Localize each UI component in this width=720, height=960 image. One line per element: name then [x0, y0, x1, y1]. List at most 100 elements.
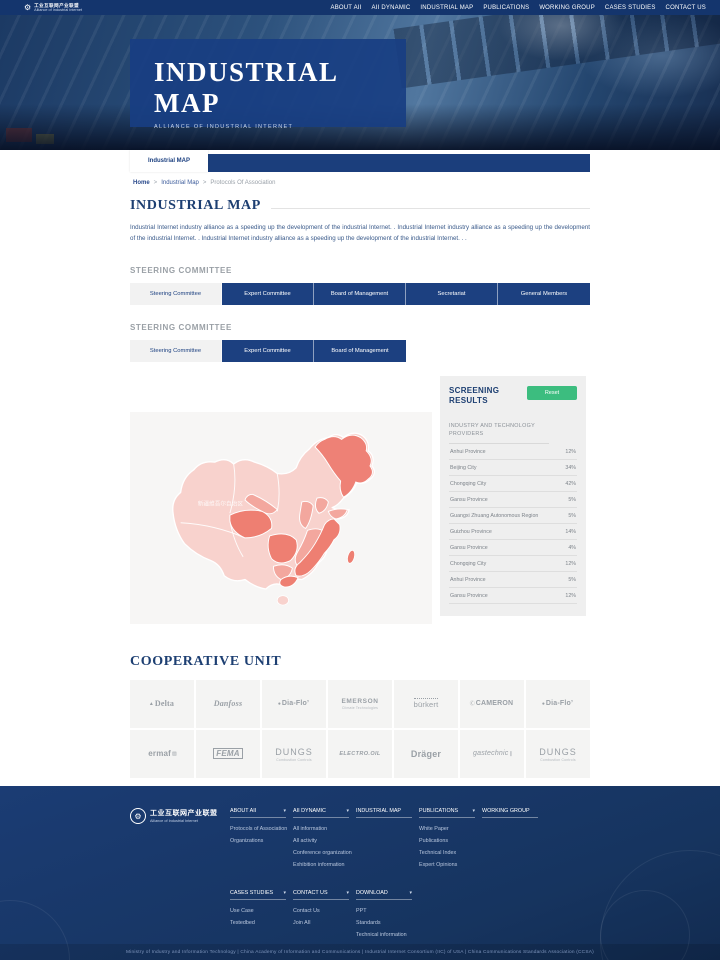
footer-link[interactable]: Publications [419, 838, 482, 844]
chevron-down-icon: ▾ [283, 808, 286, 814]
province-name: Gansu Province [450, 497, 488, 503]
partner-logo-dia-flo[interactable]: ●Dia-Flo’ [262, 680, 326, 728]
footer-link[interactable]: All activity [293, 838, 356, 844]
reset-button[interactable]: Reset [527, 386, 577, 400]
footer-link[interactable]: Protocols of Association [230, 826, 293, 832]
partner-logo-emerson[interactable]: EMERSONClimate Technologies [328, 680, 392, 728]
partner-logo-delta[interactable]: ▲Delta [130, 680, 194, 728]
footer-link[interactable]: Standards [356, 920, 419, 926]
footer-link[interactable]: All information [293, 826, 356, 832]
footer-link[interactable]: PPT [356, 908, 419, 914]
footer-link[interactable]: Use Case [230, 908, 293, 914]
footer-link[interactable]: Technical information [356, 932, 419, 938]
nav-item-about-aii[interactable]: ABOUT AII [331, 5, 362, 11]
site-logo[interactable]: ⚙ 工业互联网产业联盟 Alliance of Industrial Inter… [24, 4, 82, 12]
committee2-tab-expert[interactable]: Expert Committee [222, 340, 314, 362]
committee2-tab-steering[interactable]: Steering Committee [130, 340, 222, 362]
screening-row[interactable]: Beijing City 34% [449, 460, 577, 476]
hero-title-panel: INDUSTRIAL MAP ALLIANCE OF INDUSTRIAL IN… [130, 39, 406, 127]
committee1-tab-steering[interactable]: Steering Committee [130, 283, 222, 305]
province-name: Beijing City [450, 465, 477, 471]
footer-col-title[interactable]: PUBLICATIONS▾ [419, 808, 475, 818]
screening-row[interactable]: Anhui Province12% [449, 444, 577, 460]
screening-row[interactable]: Gansu Province5% [449, 492, 577, 508]
footer-col-title[interactable]: AII DYNAMIC▾ [293, 808, 349, 818]
hero-banner: INDUSTRIAL MAP ALLIANCE OF INDUSTRIAL IN… [0, 15, 720, 150]
province-percent: 5% [568, 513, 576, 519]
footer-col-contact: CONTACT US▾ Contact Us Join AII [293, 890, 356, 938]
footer-col-title[interactable]: CASES STUDIES▾ [230, 890, 286, 900]
screening-row[interactable]: Gansu Province4% [449, 540, 577, 556]
footer-partners-bar: Ministry of Industry and Information Tec… [0, 944, 720, 960]
committee1-tab-board[interactable]: Board of Management [314, 283, 406, 305]
footer-col-title[interactable]: ABOUT AII▾ [230, 808, 286, 818]
footer: ⚙ 工业互联网产业联盟 Alliance of Industrial Inter… [0, 786, 720, 960]
nav-item-aii-dynamic[interactable]: AII DYNAMIC [372, 5, 411, 11]
committee2-tab-board[interactable]: Board of Management [314, 340, 406, 362]
screening-row[interactable]: Gansu Province12% [449, 588, 577, 604]
footer-row-1: ⚙ 工业互联网产业联盟 Alliance of Industrial Inter… [130, 808, 720, 868]
nav-item-publications[interactable]: PUBLICATIONS [483, 5, 529, 11]
footer-logo[interactable]: ⚙ 工业互联网产业联盟 Alliance of Industrial Inter… [130, 808, 230, 868]
committee1-tab-general[interactable]: General Members [498, 283, 590, 305]
section-heading: STEERING COMMITTEE [130, 323, 590, 332]
screening-row[interactable]: Anhui Province5% [449, 572, 577, 588]
committee-tabs-1: Steering Committee Expert Committee Boar… [130, 283, 590, 305]
chevron-down-icon: ▾ [472, 808, 475, 814]
partner-logo-gastechnic[interactable]: gastechnic∥ [460, 730, 524, 778]
partner-logo-drager[interactable]: Dräger [394, 730, 458, 778]
footer-link[interactable]: Expert Opinions [419, 862, 482, 868]
committee1-tab-secretariat[interactable]: Secretariat [406, 283, 498, 305]
partner-logo-fema[interactable]: FEMA [196, 730, 260, 778]
province-name: Chongqing City [450, 481, 486, 487]
footer-col-working-group: WORKING GROUP [482, 808, 545, 868]
page-title: INDUSTRIAL MAP [130, 198, 261, 214]
partner-logo-cameron[interactable]: ⒸCAMERON [460, 680, 524, 728]
partner-logo-ermaf[interactable]: ermaf▨ [130, 730, 194, 778]
footer-link[interactable]: Technical Index [419, 850, 482, 856]
province-percent: 14% [565, 529, 576, 535]
page: ⚙ 工业互联网产业联盟 Alliance of Industrial Inter… [0, 0, 720, 960]
partner-logo-dia-flo[interactable]: ●Dia-Flo’ [526, 680, 590, 728]
footer-link[interactable]: Join AII [293, 920, 356, 926]
china-choropleth-svg: 新疆维吾尔自治区 [139, 418, 423, 618]
partner-logo-electro-oil[interactable]: ELECTRO.OIL [328, 730, 392, 778]
footer-col-title[interactable]: WORKING GROUP [482, 808, 538, 818]
province-percent: 34% [565, 465, 576, 471]
dia-flo-dot-icon: ● [542, 701, 545, 707]
footer-link[interactable]: Conference organization [293, 850, 356, 856]
footer-link[interactable]: White Paper [419, 826, 482, 832]
footer-col-title[interactable]: INDUSTRIAL MAP [356, 808, 412, 818]
nav-item-contact-us[interactable]: CONTACT US [666, 5, 706, 11]
screening-results-panel: SCREENING RESULTS Reset INDUSTRY AND TEC… [440, 376, 586, 616]
province-percent: 12% [565, 593, 576, 599]
footer-link[interactable]: Contact Us [293, 908, 356, 914]
footer-link[interactable]: Exhibition information [293, 862, 356, 868]
gastechnic-slash-icon: ∥ [509, 751, 512, 757]
china-map[interactable]: 新疆维吾尔自治区 [130, 412, 432, 624]
footer-col-title[interactable]: CONTACT US▾ [293, 890, 349, 900]
cooperative-unit-title: COOPERATIVE UNIT [130, 654, 590, 670]
chevron-down-icon: ▾ [283, 890, 286, 896]
ermaf-mark-icon: ▨ [172, 751, 177, 757]
footer-link[interactable]: Organizations [230, 838, 293, 844]
footer-col-title[interactable]: DOWNLOAD▾ [356, 890, 412, 900]
screening-row[interactable]: Chongqing City12% [449, 556, 577, 572]
screening-row[interactable]: Guizhou Province14% [449, 524, 577, 540]
page-tab-industrial-map[interactable]: Industrial MAP [130, 150, 208, 172]
nav-item-working-group[interactable]: WORKING GROUP [539, 5, 595, 11]
committee1-tab-expert[interactable]: Expert Committee [222, 283, 314, 305]
nav-item-cases-studies[interactable]: CASES STUDIES [605, 5, 656, 11]
province-percent: 12% [565, 561, 576, 567]
partner-logo-dungs[interactable]: DUNGSCombustion Controls [262, 730, 326, 778]
screening-row[interactable]: Guangxi Zhuang Autonomous Region 5% [449, 508, 577, 524]
footer-link[interactable]: Testedbed [230, 920, 293, 926]
screening-row[interactable]: Chongqing City42% [449, 476, 577, 492]
partner-logo-danfoss[interactable]: Danfoss [196, 680, 260, 728]
partner-logo-burkert[interactable]: bürkert [394, 680, 458, 728]
section-tabstrip: Industrial MAP [130, 150, 590, 172]
nav-item-industrial-map[interactable]: INDUSTRIAL MAP [420, 5, 473, 11]
main-content: INDUSTRIAL MAP Industrial Internet indus… [130, 186, 590, 778]
partner-logo-dungs[interactable]: DUNGSCombustion Controls [526, 730, 590, 778]
province-name: Guangxi Zhuang Autonomous Region [450, 513, 538, 519]
